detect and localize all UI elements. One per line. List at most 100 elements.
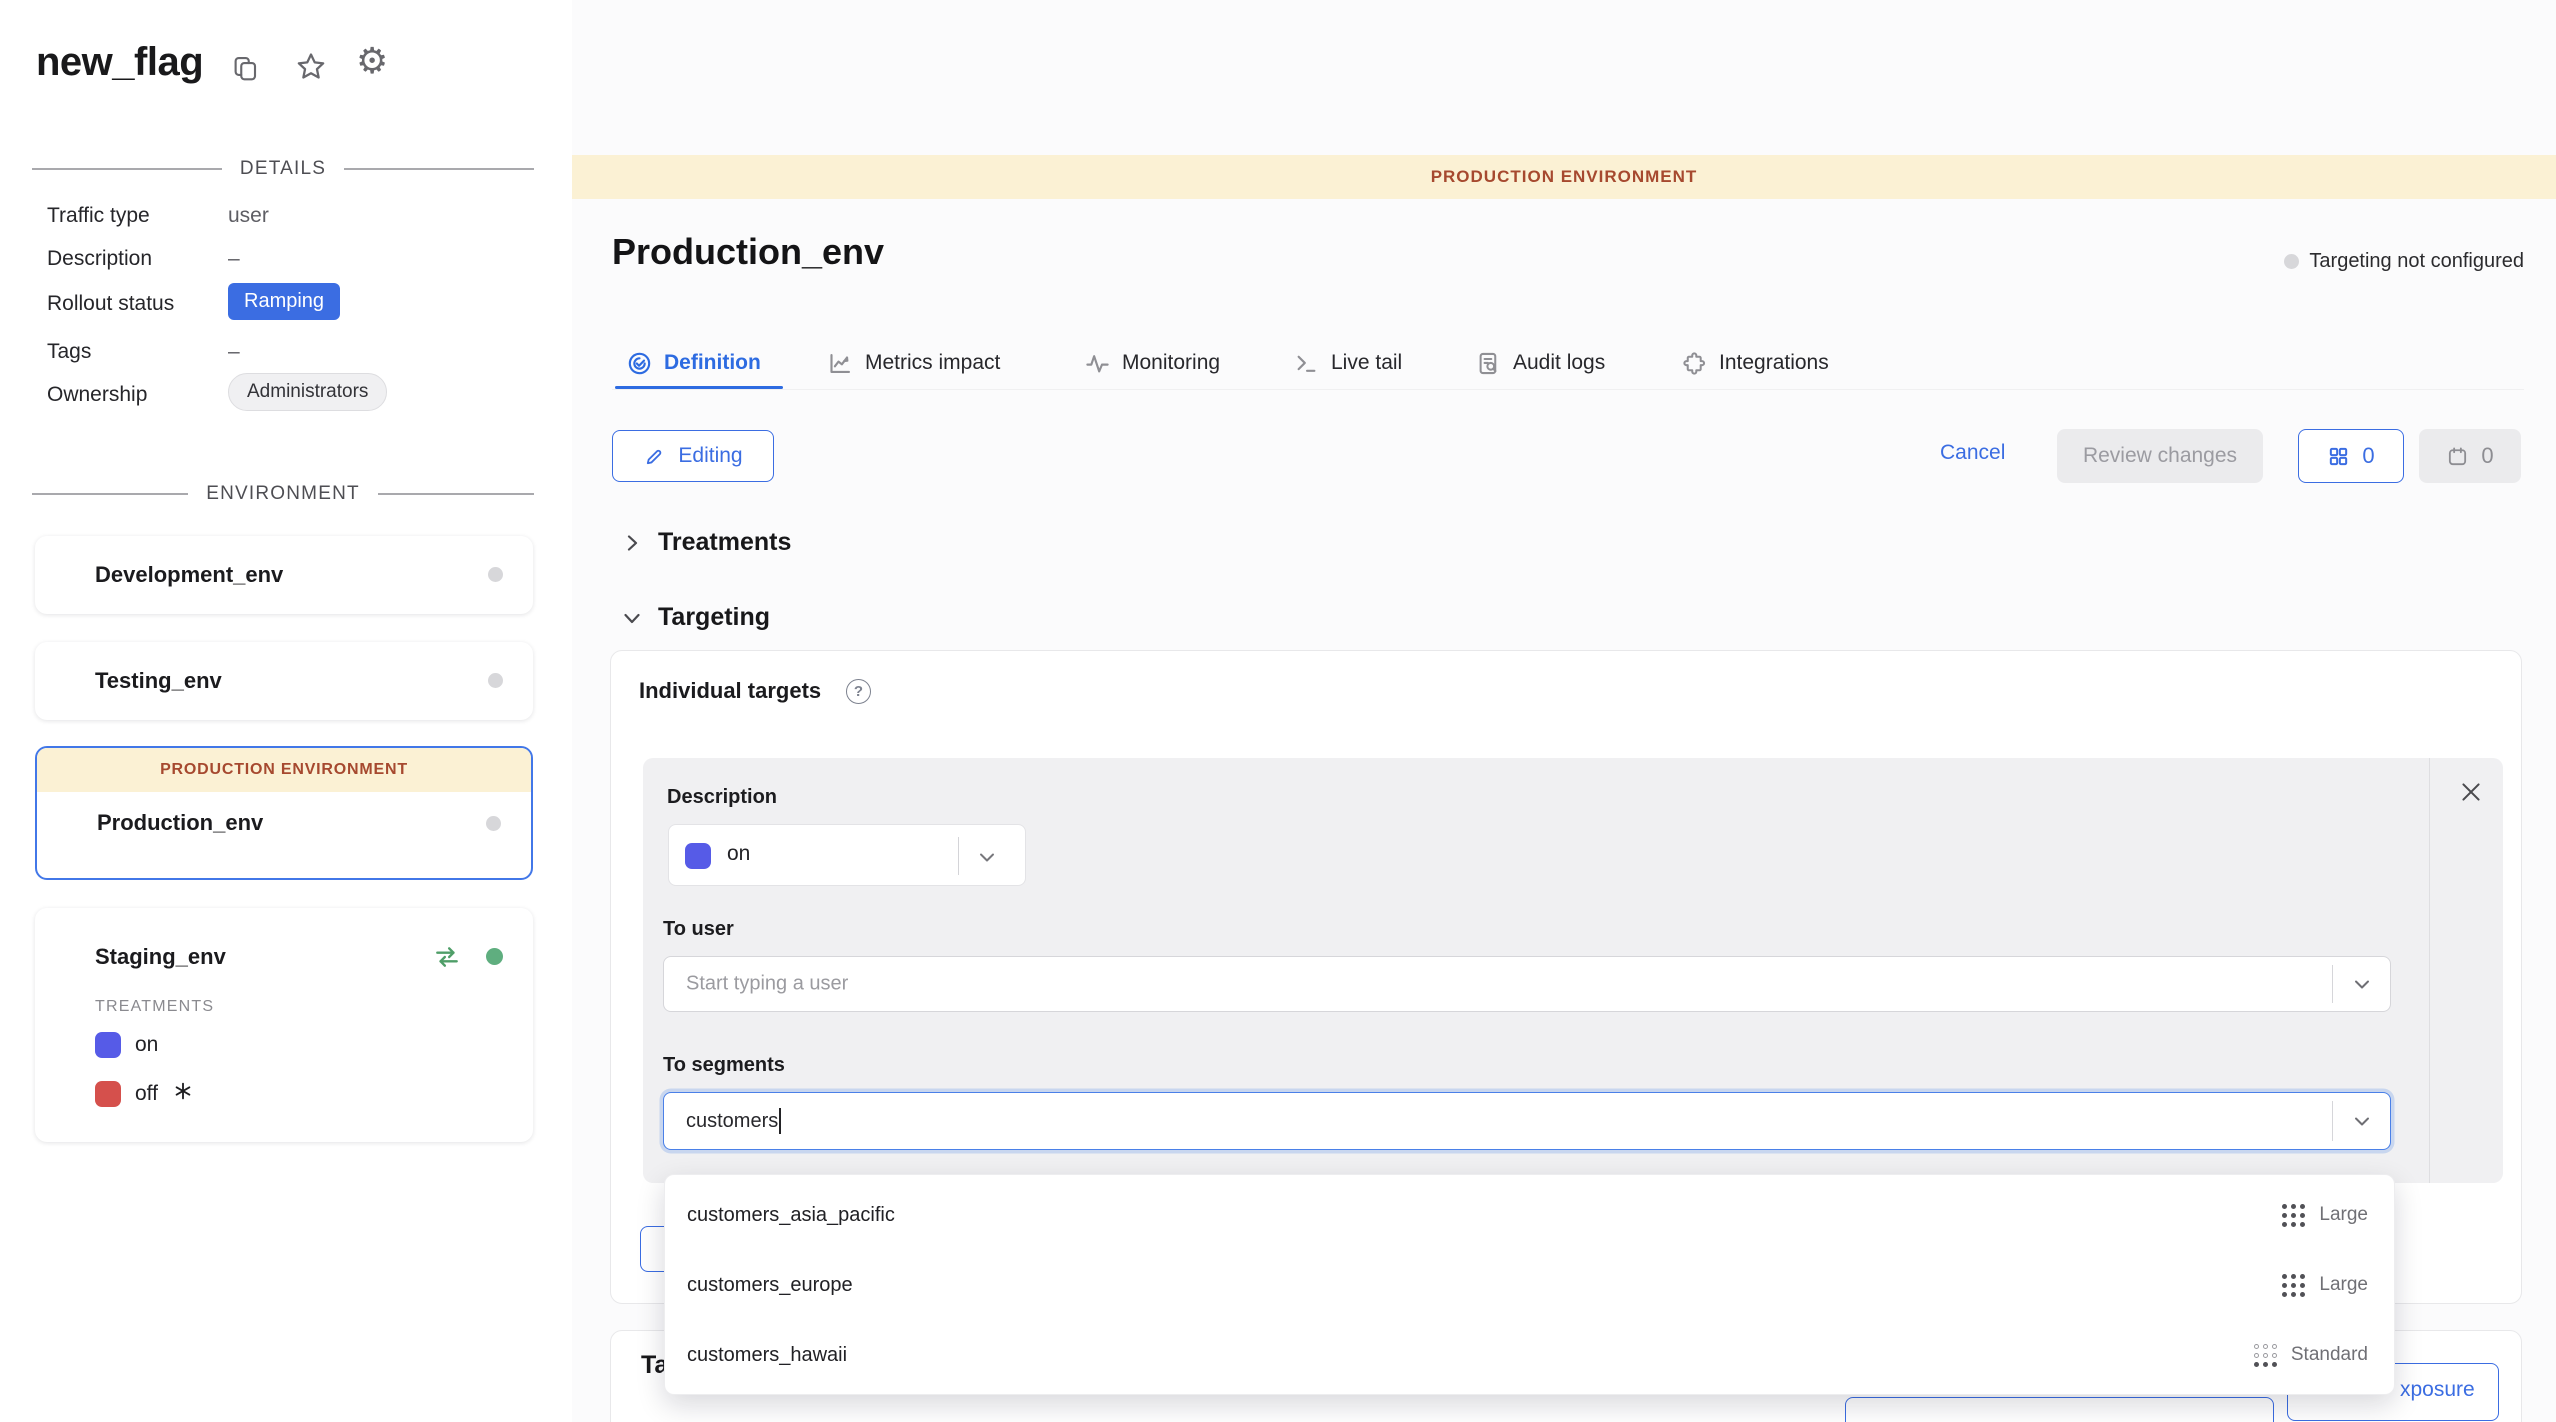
segment-size-large-icon [2282,1274,2305,1297]
env-card-staging[interactable]: Staging_env TREATMENTS on off [35,908,533,1142]
tab-monitoring[interactable]: Monitoring [1084,346,1220,380]
to-segments-input-wrap: customers [663,1092,2391,1150]
segment-option[interactable]: customers_hawaii Standard [665,1320,2394,1390]
tab-definition[interactable]: Definition [626,346,761,380]
env-name: Testing_env [95,668,222,694]
details-divider: DETAILS [32,158,534,180]
segments-dropdown: customers_asia_pacific Large customers_e… [664,1174,2395,1395]
to-user-label: To user [663,918,734,941]
env-card-testing[interactable]: Testing_env [35,642,533,720]
environment-heading: ENVIRONMENT [206,483,360,505]
treatments-label: TREATMENTS [95,998,214,1016]
swap-arrows-icon [433,944,461,975]
tab-label: Live tail [1331,351,1402,375]
scheduled-count-button[interactable]: 0 [2419,429,2521,483]
active-tab-underline [615,386,783,389]
tab-integrations[interactable]: Integrations [1681,346,1829,380]
targeting-section-header[interactable]: Targeting [620,603,770,632]
individual-targets-heading: Individual targets [639,678,821,704]
to-segments-dropdown-toggle[interactable] [2332,1101,2390,1141]
rollout-status-badge: Ramping [228,283,340,320]
ownership-label: Ownership [47,383,147,407]
treatments-section-header[interactable]: Treatments [620,528,791,557]
tab-label: Audit logs [1513,351,1605,375]
production-env-banner: PRODUCTION ENVIRONMENT [37,748,531,792]
cancel-link[interactable]: Cancel [1940,441,2005,465]
flag-title: new_flag [36,40,203,85]
scheduled-count: 0 [2481,443,2493,469]
grid-icon [2327,445,2350,468]
to-segments-label: To segments [663,1054,785,1077]
treatment-row-off: off [95,1080,194,1107]
review-changes-button[interactable]: Review changes [2057,429,2263,483]
status-text: Targeting not configured [2309,250,2524,273]
monitoring-icon [1084,350,1111,377]
chevron-down-icon [620,606,644,630]
tab-label: Definition [664,351,761,375]
description-label: Description [47,247,152,271]
segment-size-label: Large [2319,1274,2368,1296]
copy-icon[interactable] [230,52,260,89]
ownership-pill: Administrators [228,373,387,411]
segment-name: customers_hawaii [687,1344,847,1367]
tags-label: Tags [47,340,91,364]
chevron-down-icon [975,845,999,874]
bottom-left-button-partial[interactable] [1845,1397,2274,1422]
editing-button[interactable]: Editing [612,430,774,482]
changes-count: 0 [2362,443,2374,469]
status-dot [2284,254,2299,269]
to-segments-input[interactable]: customers [686,1108,781,1134]
gear-icon[interactable]: ⚙ [356,44,388,80]
to-user-dropdown-toggle[interactable] [2332,965,2390,1003]
definition-icon [626,350,653,377]
traffic-type-value: user [228,204,269,228]
treatment-select-value: on [727,842,750,866]
treatments-section-title: Treatments [658,528,791,557]
traffic-type-label: Traffic type [47,204,150,228]
changes-count-button[interactable]: 0 [2298,429,2404,483]
segment-size-label: Standard [2291,1344,2368,1366]
targeting-status: Targeting not configured [2284,250,2524,273]
rollout-status-label: Rollout status [47,292,174,316]
tab-metrics-impact[interactable]: Metrics impact [827,346,1000,380]
segment-option[interactable]: customers_europe Large [665,1250,2394,1320]
segment-option[interactable]: customers_asia_pacific Large [665,1180,2394,1250]
env-status-dot-active [486,948,503,965]
help-icon[interactable]: ? [846,679,871,704]
to-segments-value: customers [686,1110,778,1133]
chevron-right-icon [620,531,644,555]
treatment-off-label: off [135,1082,158,1106]
treatment-row-on: on [95,1032,158,1058]
rule-card-divider [2429,758,2430,1183]
pencil-icon [643,445,666,468]
segment-size-large-icon [2282,1204,2305,1227]
exposure-button-label-fragment: xposure [2400,1378,2475,1402]
segment-name: customers_europe [687,1274,853,1297]
env-name: Production_env [97,810,263,836]
tab-audit-logs[interactable]: Audit logs [1475,346,1605,380]
env-card-production[interactable]: PRODUCTION ENVIRONMENT Production_env [35,746,533,880]
close-icon[interactable] [2455,776,2487,808]
live-tail-icon [1293,350,1320,377]
tab-live-tail[interactable]: Live tail [1293,346,1402,380]
env-name: Development_env [95,562,283,588]
treatment-select[interactable]: on [668,824,1026,886]
star-icon[interactable] [294,50,328,89]
segment-size-standard-icon [2254,1344,2277,1367]
audit-logs-icon [1475,350,1502,377]
editing-label: Editing [678,444,742,468]
to-user-input[interactable] [686,973,2286,996]
tab-label: Metrics impact [865,351,1000,375]
treatment-on-swatch [95,1032,121,1058]
text-cursor [779,1108,781,1134]
env-name: Staging_env [95,944,226,970]
env-status-dot [488,567,503,582]
production-environment-banner: PRODUCTION ENVIRONMENT [572,155,2556,199]
environment-divider: ENVIRONMENT [32,483,534,505]
tags-value: – [228,340,240,364]
env-card-development[interactable]: Development_env [35,536,533,614]
sidebar: new_flag ⚙ DETAILS Traffic type user Des… [0,0,572,1422]
select-divider [958,837,959,875]
tab-label: Integrations [1719,351,1829,375]
default-treatment-asterisk-icon [172,1080,194,1107]
